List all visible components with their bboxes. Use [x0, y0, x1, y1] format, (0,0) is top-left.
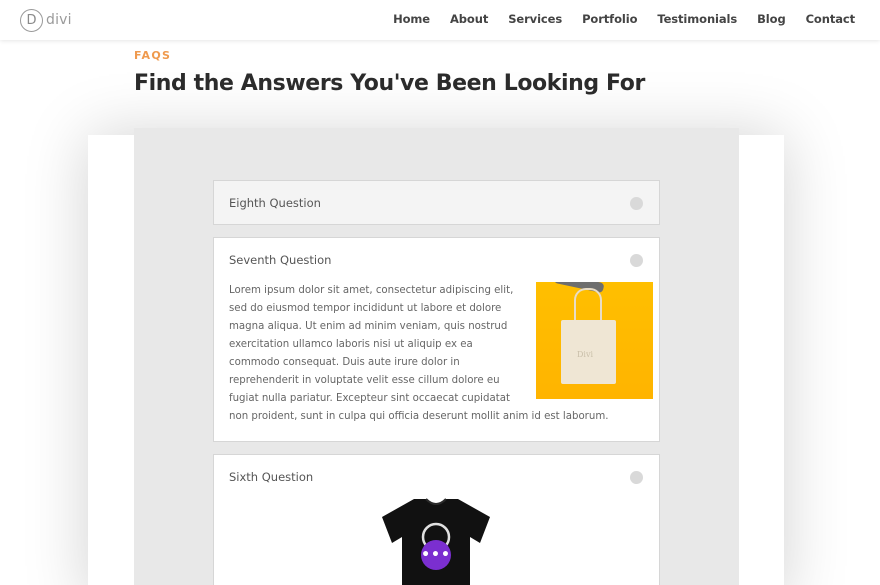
section-eyebrow: FAQS	[134, 49, 172, 62]
more-options-icon[interactable]: •••	[421, 540, 451, 570]
nav-testimonials[interactable]: Testimonials	[657, 12, 737, 26]
page-title: Find the Answers You've Been Looking For	[134, 71, 645, 96]
nav-services[interactable]: Services	[508, 12, 562, 26]
nav-about[interactable]: About	[450, 12, 488, 26]
faq-item-seventh[interactable]: Seventh Question Divi Lorem ipsum dolor …	[213, 237, 660, 442]
tote-bag-image: Divi	[536, 282, 653, 399]
toggle-open-icon[interactable]	[630, 254, 643, 267]
faq-item-title[interactable]: Eighth Question	[229, 196, 321, 210]
nav-blog[interactable]: Blog	[757, 12, 786, 26]
main-nav: Home About Services Portfolio Testimonia…	[393, 12, 855, 26]
nav-home[interactable]: Home	[393, 12, 430, 26]
faq-item-title[interactable]: Sixth Question	[229, 470, 313, 484]
bag-print-text: Divi	[577, 350, 594, 359]
site-header: D divi Home About Services Portfolio Tes…	[0, 0, 880, 40]
faq-item-sixth[interactable]: Sixth Question •••	[213, 454, 660, 585]
bag-body-shape: Divi	[561, 320, 616, 384]
bag-handle-shape	[574, 288, 602, 324]
toggle-closed-icon[interactable]	[630, 197, 643, 210]
faq-item-content: Divi Lorem ipsum dolor sit amet, consect…	[229, 282, 654, 426]
nav-portfolio[interactable]: Portfolio	[582, 12, 637, 26]
nav-contact[interactable]: Contact	[806, 12, 856, 26]
divi-logo[interactable]: D divi	[20, 8, 72, 32]
logo-mark: D	[20, 8, 43, 32]
faq-item-eighth[interactable]: Eighth Question	[213, 180, 660, 225]
toggle-open-icon[interactable]	[630, 471, 643, 484]
logo-text: divi	[46, 12, 72, 28]
faq-item-title[interactable]: Seventh Question	[229, 253, 331, 267]
